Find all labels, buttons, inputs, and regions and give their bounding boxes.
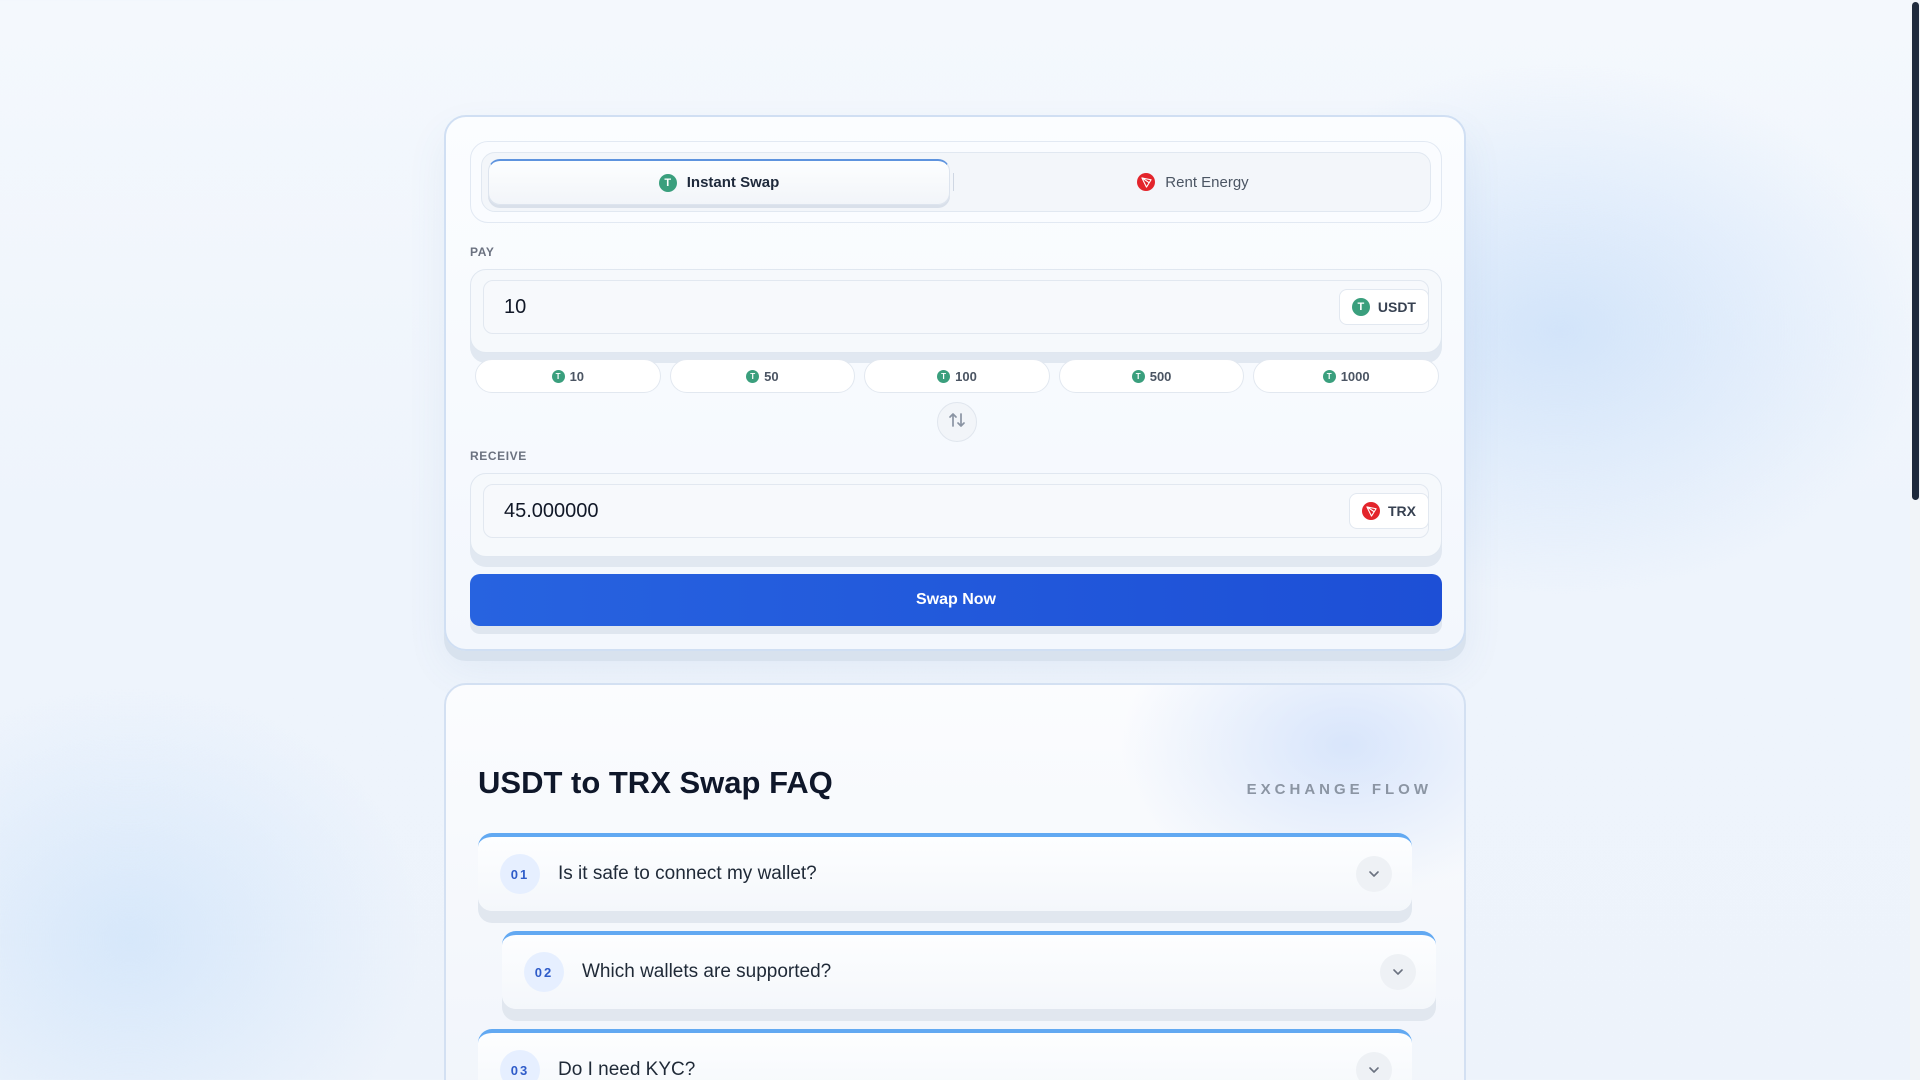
- usdt-icon: T: [746, 369, 760, 383]
- faq-item[interactable]: 02 Which wallets are supported?: [502, 931, 1436, 1009]
- chevron-down-icon[interactable]: [1356, 1052, 1392, 1080]
- pay-amount-input[interactable]: [483, 280, 1429, 334]
- tab-label: Instant Swap: [686, 174, 780, 191]
- tab-divider: [953, 173, 954, 191]
- faq-item[interactable]: 03 Do I need KYC?: [478, 1029, 1412, 1080]
- chevron-down-icon[interactable]: [1380, 954, 1416, 990]
- faq-number-badge: 03: [500, 1050, 540, 1080]
- faq-number-badge: 02: [524, 952, 564, 992]
- quick-amount-label: 50: [764, 368, 779, 384]
- tab-rent-energy[interactable]: Rent Energy: [960, 159, 1426, 205]
- usdt-icon: T: [658, 173, 677, 192]
- swap-card: T Instant Swap Rent Energy PAY T USDT T …: [444, 115, 1466, 651]
- quick-amount-label: 500: [1149, 368, 1172, 384]
- trx-icon: [1137, 173, 1156, 191]
- quick-amount-button[interactable]: T 1000: [1253, 359, 1439, 393]
- pay-label: PAY: [470, 245, 495, 259]
- chevron-down-icon[interactable]: [1356, 856, 1392, 892]
- quick-amount-button[interactable]: T 10: [475, 359, 661, 393]
- faq-question: Do I need KYC?: [558, 1059, 696, 1080]
- pay-token-label: USDT: [1377, 299, 1416, 315]
- scrollbar-track[interactable]: [1910, 0, 1920, 1080]
- pay-field-group: T USDT: [470, 269, 1442, 353]
- usdt-icon: T: [1351, 298, 1370, 316]
- faq-number-badge: 01: [500, 854, 540, 894]
- usdt-icon: T: [937, 369, 951, 383]
- pay-token-selector[interactable]: T USDT: [1338, 289, 1429, 325]
- trx-icon: [1362, 502, 1380, 520]
- receive-token-label: TRX: [1388, 503, 1416, 519]
- quick-amount-row: T 10 T 50 T 100 T 500 T 1000: [475, 359, 1439, 393]
- quick-amount-label: 100: [955, 368, 977, 384]
- tab-instant-swap[interactable]: T Instant Swap: [488, 159, 950, 205]
- usdt-icon: T: [551, 369, 565, 383]
- swap-direction-button[interactable]: [937, 402, 977, 442]
- receive-field-group: TRX: [470, 473, 1442, 557]
- usdt-icon: T: [1322, 369, 1336, 383]
- tab-bar: T Instant Swap Rent Energy: [481, 152, 1431, 212]
- faq-question: Which wallets are supported?: [582, 961, 832, 982]
- faq-card: USDT to TRX Swap FAQ EXCHANGE FLOW 01 Is…: [444, 683, 1466, 1080]
- quick-amount-button[interactable]: T 100: [864, 359, 1050, 393]
- faq-title: USDT to TRX Swap FAQ: [478, 765, 833, 800]
- tab-switcher: T Instant Swap Rent Energy: [470, 141, 1442, 223]
- swap-now-button[interactable]: Swap Now: [470, 574, 1442, 626]
- usdt-icon: T: [1131, 369, 1145, 383]
- faq-kicker: EXCHANGE FLOW: [1246, 781, 1432, 798]
- faq-question: Is it safe to connect my wallet?: [558, 863, 817, 884]
- receive-amount-input[interactable]: [483, 484, 1429, 538]
- swap-arrows-icon: [948, 411, 966, 434]
- quick-amount-button[interactable]: T 50: [669, 359, 856, 393]
- quick-amount-button[interactable]: T 500: [1058, 359, 1245, 393]
- quick-amount-label: 1000: [1340, 368, 1370, 384]
- tab-label: Rent Energy: [1165, 173, 1249, 191]
- receive-label: RECEIVE: [470, 449, 527, 463]
- faq-item[interactable]: 01 Is it safe to connect my wallet?: [478, 833, 1412, 911]
- scrollbar-thumb[interactable]: [1912, 2, 1919, 500]
- receive-token-selector[interactable]: TRX: [1349, 493, 1429, 529]
- quick-amount-label: 10: [569, 368, 585, 384]
